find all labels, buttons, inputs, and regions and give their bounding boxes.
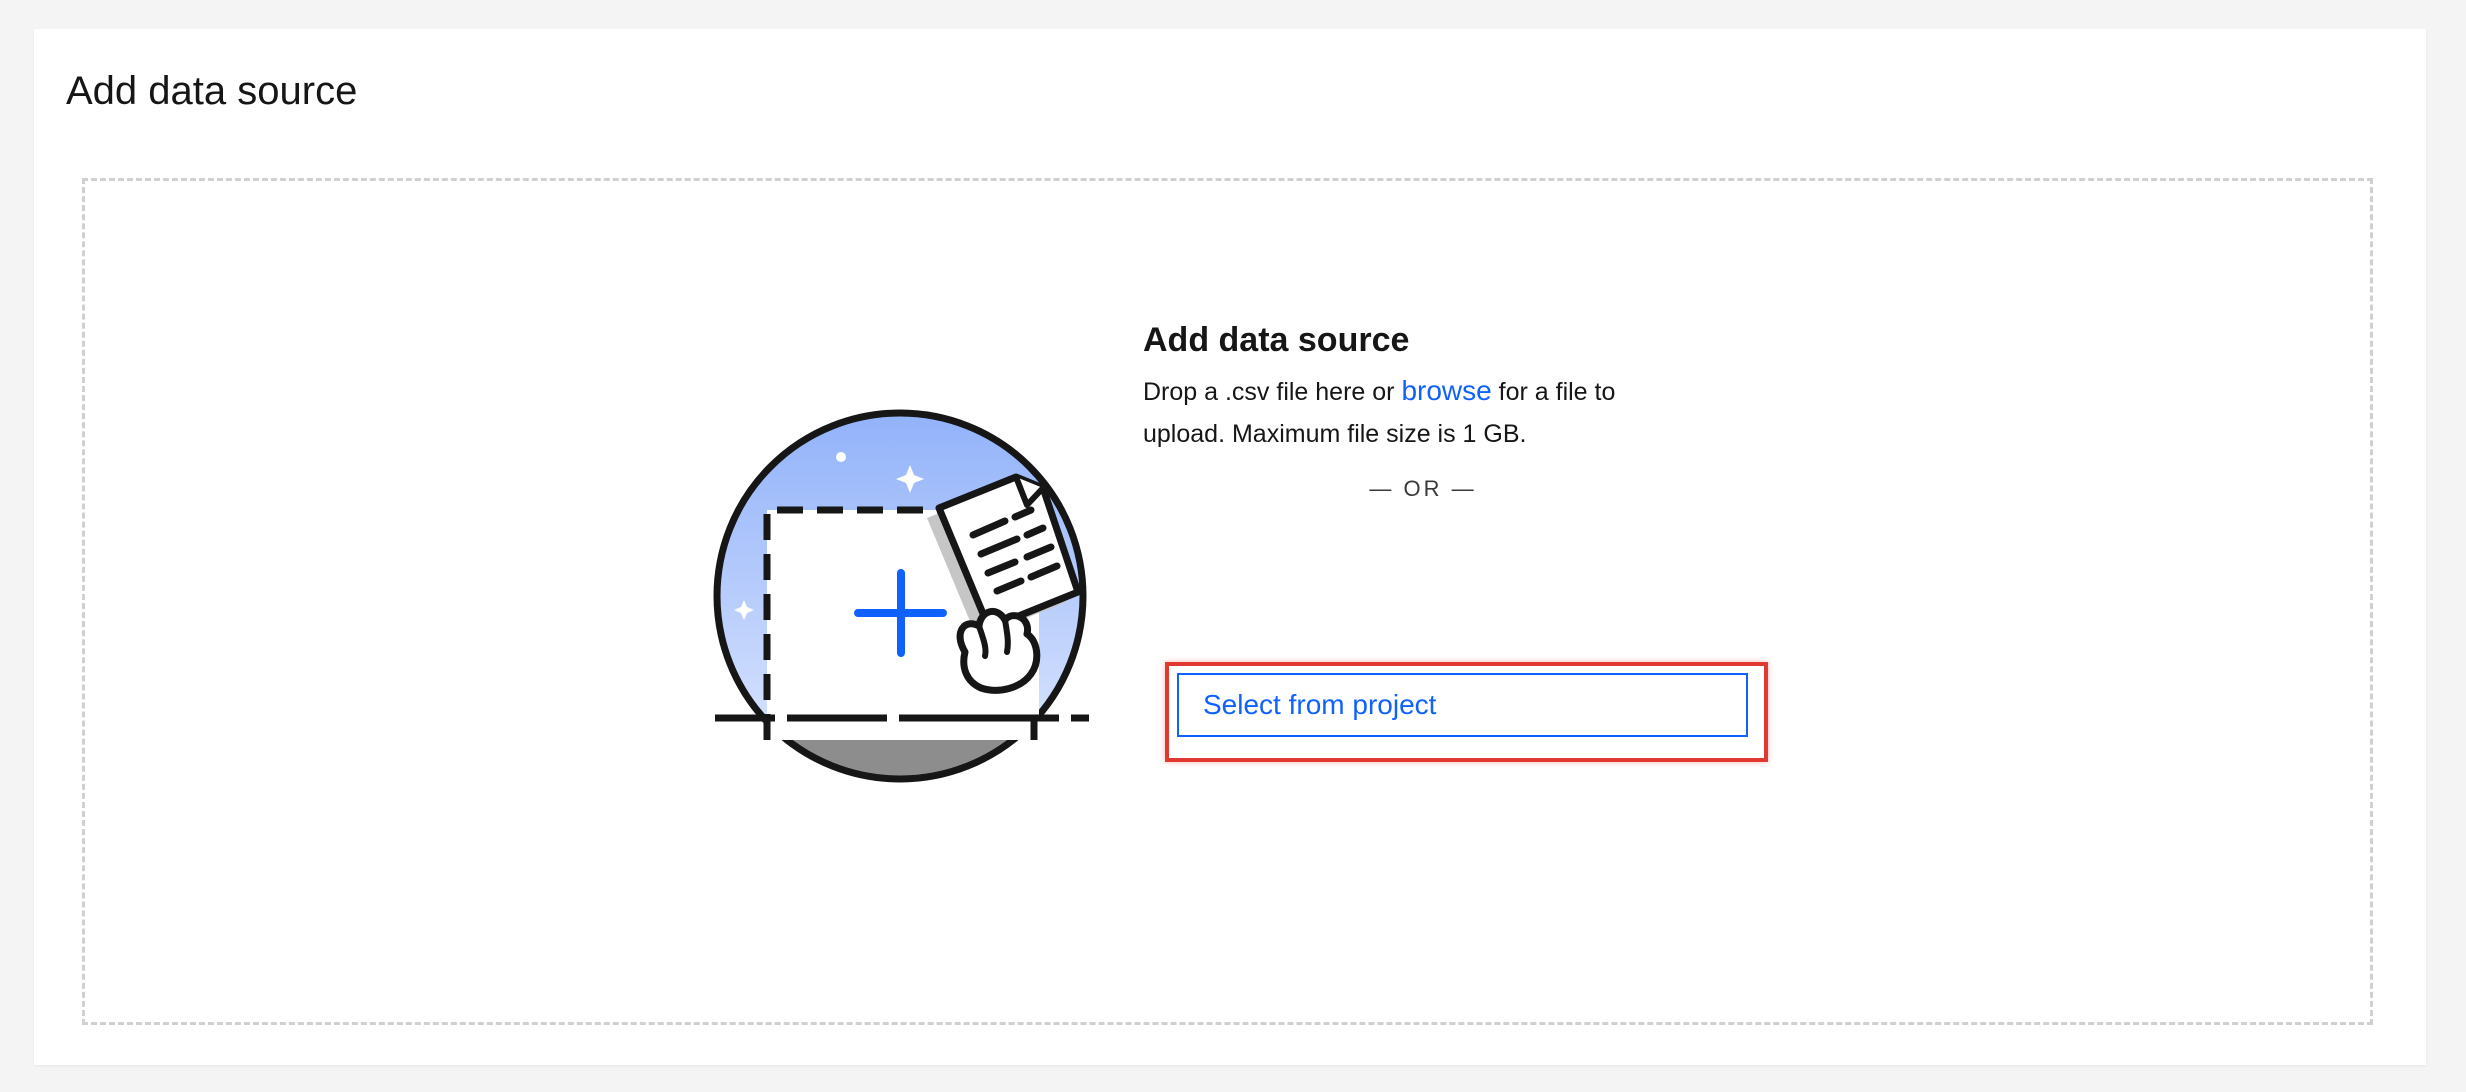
add-data-source-panel: Add data source (34, 29, 2426, 1065)
or-divider: — OR — (1369, 476, 1477, 501)
select-from-project-button[interactable]: Select from project (1177, 673, 1748, 737)
upload-file-illustration-icon (665, 370, 1125, 790)
drop-zone-content: Add data source Drop a .csv file here or… (1143, 318, 1759, 503)
page-title: Add data source (66, 69, 358, 113)
description-text-before: Drop a .csv file here or (1143, 378, 1402, 406)
drop-zone-description: Drop a .csv file here or browse for a fi… (1143, 370, 1703, 455)
drop-zone-heading: Add data source (1143, 321, 1410, 359)
file-drop-zone[interactable] (82, 178, 2373, 1025)
browse-link[interactable]: browse (1401, 375, 1491, 406)
